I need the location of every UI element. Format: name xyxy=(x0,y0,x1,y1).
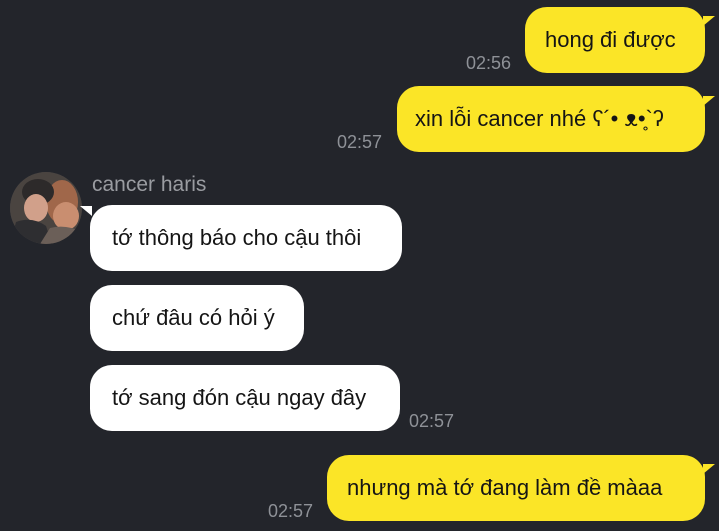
bubble-tail xyxy=(703,16,715,26)
outgoing-message-bubble[interactable]: xin lỗi cancer nhé ʕ´• ᴥ•̥`ʔ xyxy=(397,86,705,152)
message-text: nhưng mà tớ đang làm đề màaa xyxy=(347,475,663,500)
outgoing-message-bubble[interactable]: hong đi được xyxy=(525,7,705,73)
profile-photo-icon xyxy=(10,172,82,244)
message-text: chứ đâu có hỏi ý xyxy=(112,305,275,330)
incoming-message-bubble[interactable]: chứ đâu có hỏi ý xyxy=(90,285,304,351)
outgoing-message-bubble[interactable]: nhưng mà tớ đang làm đề màaa xyxy=(327,455,705,521)
sender-name: cancer haris xyxy=(92,173,207,196)
message-text: tớ sang đón cậu ngay đây xyxy=(112,385,367,410)
message-timestamp: 02:56 xyxy=(466,53,512,73)
message-text: tớ thông báo cho cậu thôi xyxy=(112,225,362,250)
message-timestamp: 02:57 xyxy=(337,132,383,152)
bubble-tail xyxy=(80,206,92,216)
message-text: xin lỗi cancer nhé ʕ´• ᴥ•̥`ʔ xyxy=(415,106,664,131)
contact-avatar[interactable] xyxy=(10,172,82,244)
message-timestamp: 02:57 xyxy=(268,501,314,521)
incoming-message-bubble[interactable]: tớ sang đón cậu ngay đây xyxy=(90,365,400,431)
message-text: hong đi được xyxy=(545,27,676,52)
bubble-tail xyxy=(703,464,715,474)
bubble-tail xyxy=(703,96,715,106)
message-timestamp: 02:57 xyxy=(409,411,455,431)
incoming-message-bubble[interactable]: tớ thông báo cho cậu thôi xyxy=(90,205,402,271)
